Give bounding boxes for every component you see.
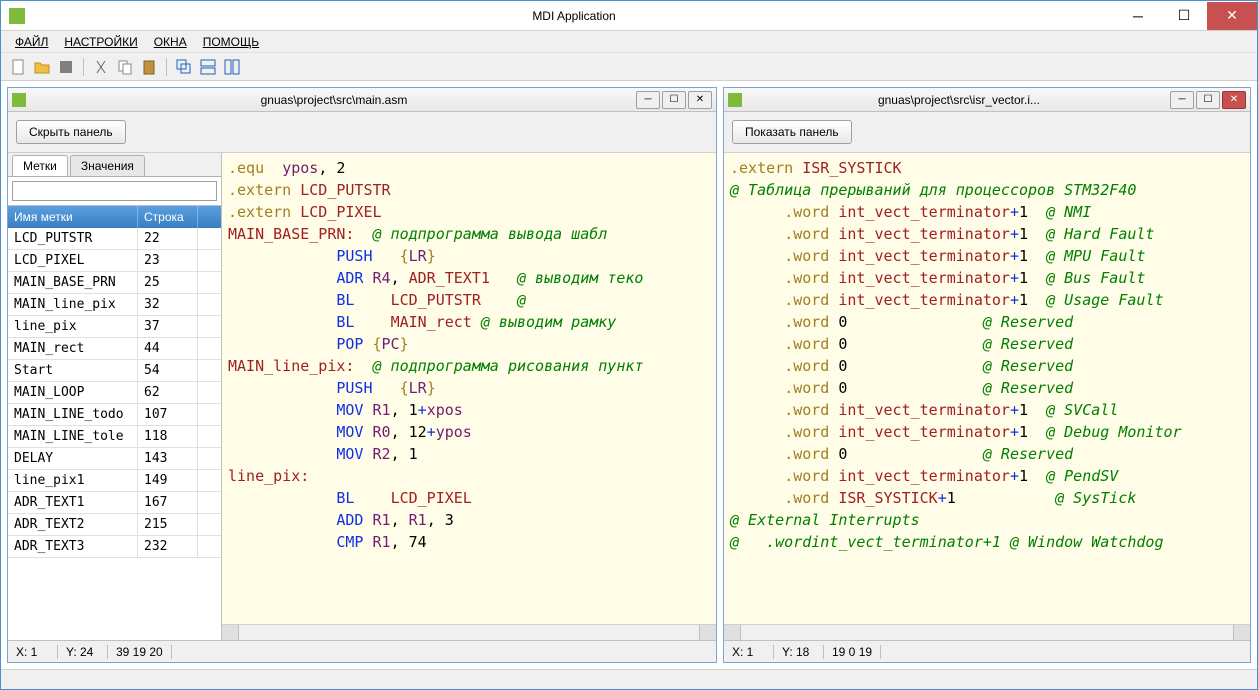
minimize-button[interactable]: ─ [1115,2,1161,30]
copy-icon[interactable] [116,58,134,76]
show-panel-button[interactable]: Показать панель [732,120,852,144]
child-close-button[interactable]: ✕ [688,91,712,109]
child-statusbar: X: 1 Y: 18 19 0 19 [724,640,1250,662]
table-row[interactable]: ADR_TEXT3232 [8,536,221,558]
table-row[interactable]: MAIN_line_pix32 [8,294,221,316]
side-panel: Метки Значения Имя метки Строка LCD_PUTS… [8,153,222,640]
table-row[interactable]: ADR_TEXT2215 [8,514,221,536]
panel-bar: Скрыть панель [8,112,716,153]
child-titlebar[interactable]: gnuas\project\src\main.asm ─ ☐ ✕ [8,88,716,112]
tile-vertical-icon[interactable] [223,58,241,76]
child-statusbar: X: 1 Y: 24 39 19 20 [8,640,716,662]
table-row[interactable]: MAIN_LINE_tole118 [8,426,221,448]
document-icon [728,93,742,107]
app-title: MDI Application [33,9,1115,23]
table-row[interactable]: LCD_PUTSTR22 [8,228,221,250]
tab-values[interactable]: Значения [70,155,145,176]
tile-horizontal-icon[interactable] [199,58,217,76]
code-editor-main[interactable]: .equ ypos, 2.extern LCD_PUTSTR.extern LC… [222,153,716,624]
table-row[interactable]: MAIN_LINE_todo107 [8,404,221,426]
paste-icon[interactable] [140,58,158,76]
menubar: ФАЙЛ НАСТРОЙКИ ОКНА ПОМОЩЬ [1,31,1257,53]
horizontal-scrollbar[interactable] [724,624,1250,640]
separator [166,58,167,76]
menu-file[interactable]: ФАЙЛ [9,33,54,51]
child-title: gnuas\project\src\main.asm [32,93,636,107]
column-header-line[interactable]: Строка [138,206,198,228]
child-title: gnuas\project\src\isr_vector.i... [748,93,1170,107]
status-y: Y: 18 [774,645,824,659]
child-minimize-button[interactable]: ─ [636,91,660,109]
table-row[interactable]: LCD_PIXEL23 [8,250,221,272]
child-maximize-button[interactable]: ☐ [662,91,686,109]
table-row[interactable]: Start54 [8,360,221,382]
table-row[interactable]: MAIN_LOOP62 [8,382,221,404]
open-file-icon[interactable] [33,58,51,76]
hide-panel-button[interactable]: Скрыть панель [16,120,126,144]
status-y: Y: 24 [58,645,108,659]
column-header-name[interactable]: Имя метки [8,206,138,228]
cascade-windows-icon[interactable] [175,58,193,76]
titlebar: MDI Application ─ ☐ ✕ [1,1,1257,31]
child-maximize-button[interactable]: ☐ [1196,91,1220,109]
table-row[interactable]: DELAY143 [8,448,221,470]
menu-help[interactable]: ПОМОЩЬ [197,33,265,51]
panel-bar: Показать панель [724,112,1250,153]
child-minimize-button[interactable]: ─ [1170,91,1194,109]
horizontal-scrollbar[interactable] [222,624,716,640]
document-icon [12,93,26,107]
status-x: X: 1 [8,645,58,659]
table-row[interactable]: MAIN_BASE_PRN25 [8,272,221,294]
cut-icon[interactable] [92,58,110,76]
child-close-button[interactable]: ✕ [1222,91,1246,109]
table-row[interactable]: ADR_TEXT1167 [8,492,221,514]
child-window-isr: gnuas\project\src\isr_vector.i... ─ ☐ ✕ … [723,87,1251,663]
maximize-button[interactable]: ☐ [1161,2,1207,30]
code-editor-isr[interactable]: .extern ISR_SYSTICK@ Таблица прерываний … [724,153,1250,624]
main-window: MDI Application ─ ☐ ✕ ФАЙЛ НАСТРОЙКИ ОКН… [0,0,1258,690]
app-icon [9,8,25,24]
separator [83,58,84,76]
tab-labels[interactable]: Метки [12,155,68,176]
table-row[interactable]: line_pix1149 [8,470,221,492]
status-sel: 39 19 20 [108,645,172,659]
table-row[interactable]: line_pix37 [8,316,221,338]
table-row[interactable]: MAIN_rect44 [8,338,221,360]
main-statusbar [1,669,1257,689]
new-file-icon[interactable] [9,58,27,76]
menu-windows[interactable]: ОКНА [148,33,193,51]
mdi-area: gnuas\project\src\main.asm ─ ☐ ✕ Скрыть … [1,81,1257,669]
menu-settings[interactable]: НАСТРОЙКИ [58,33,143,51]
label-search-input[interactable] [12,181,217,201]
save-file-icon[interactable] [57,58,75,76]
child-window-main: gnuas\project\src\main.asm ─ ☐ ✕ Скрыть … [7,87,717,663]
child-titlebar[interactable]: gnuas\project\src\isr_vector.i... ─ ☐ ✕ [724,88,1250,112]
close-button[interactable]: ✕ [1207,2,1257,30]
toolbar [1,53,1257,81]
labels-table[interactable]: Имя метки Строка LCD_PUTSTR22LCD_PIXEL23… [8,205,221,640]
status-sel: 19 0 19 [824,645,881,659]
status-x: X: 1 [724,645,774,659]
